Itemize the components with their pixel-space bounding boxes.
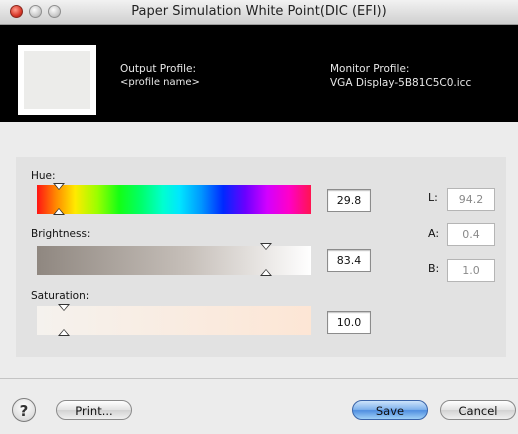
- saturation-label: Saturation:: [31, 290, 90, 302]
- monitor-profile-value: VGA Display-5B81C5C0.icc: [330, 77, 472, 89]
- profile-header: Output Profile: <profile name> Monitor P…: [0, 25, 518, 122]
- lab-l-label: L:: [428, 191, 438, 204]
- hue-label: Hue:: [31, 170, 56, 182]
- title-bar: Paper Simulation White Point(DIC (EFI)): [0, 0, 518, 25]
- footer-divider: [0, 378, 518, 379]
- hue-value-field[interactable]: 29.8: [327, 189, 371, 212]
- lab-b-value: 1.0: [447, 259, 495, 282]
- lab-a-value: 0.4: [447, 223, 495, 246]
- brightness-bottom-marker[interactable]: [259, 269, 272, 276]
- hue-top-marker[interactable]: [52, 183, 65, 190]
- output-profile-value: <profile name>: [120, 77, 200, 88]
- dialog-window: Paper Simulation White Point(DIC (EFI)) …: [0, 0, 518, 434]
- lab-l-value: 94.2: [447, 188, 495, 211]
- saturation-value-field[interactable]: 10.0: [327, 311, 371, 334]
- lab-a-label: A:: [428, 227, 440, 240]
- print-button[interactable]: Print...: [56, 400, 132, 420]
- white-point-swatch: [24, 51, 90, 109]
- brightness-value-field[interactable]: 83.4: [327, 249, 371, 272]
- brightness-label: Brightness:: [31, 228, 91, 240]
- brightness-top-marker[interactable]: [259, 243, 272, 250]
- saturation-slider-track[interactable]: [37, 306, 311, 335]
- hue-slider-track[interactable]: [37, 185, 311, 214]
- help-button[interactable]: ?: [12, 398, 36, 422]
- window-title: Paper Simulation White Point(DIC (EFI)): [131, 4, 387, 19]
- saturation-bottom-marker[interactable]: [58, 329, 71, 336]
- cancel-button[interactable]: Cancel: [440, 400, 516, 420]
- save-button[interactable]: Save: [352, 400, 428, 420]
- output-profile-label: Output Profile:: [120, 63, 196, 75]
- white-point-preview: [18, 45, 96, 115]
- saturation-top-marker[interactable]: [58, 304, 71, 311]
- hue-bottom-marker[interactable]: [52, 208, 65, 215]
- lab-b-label: B:: [428, 262, 440, 275]
- monitor-profile-label: Monitor Profile:: [330, 63, 410, 75]
